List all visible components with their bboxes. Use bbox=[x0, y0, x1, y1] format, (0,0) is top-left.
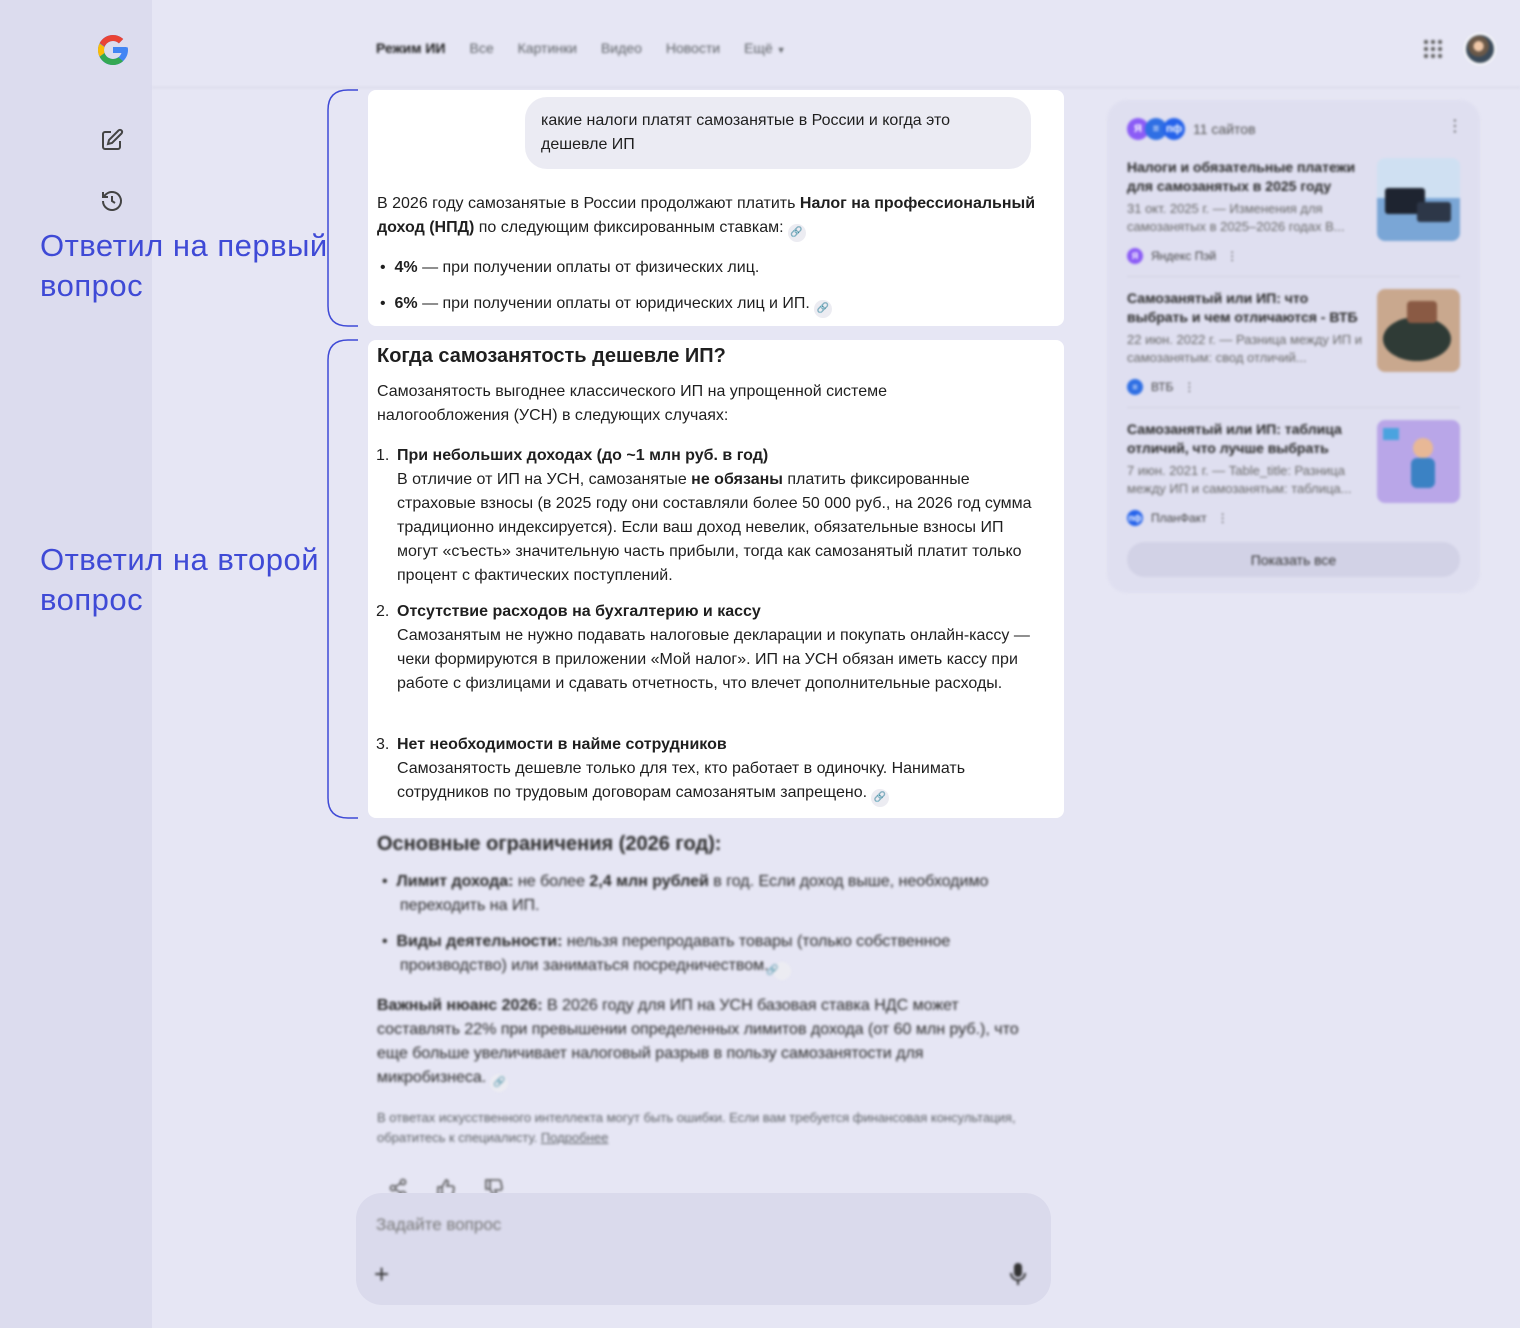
rate-value: 6% bbox=[394, 295, 418, 312]
limit-bold-value: 2,4 млн рублей bbox=[589, 873, 709, 890]
item-text-a: В отличие от ИП на УСН, самозанятые bbox=[397, 471, 692, 488]
tab-video[interactable]: Видео bbox=[601, 40, 642, 56]
source-snippet: 7 июн. 2021 г. — Table_title: Разница ме… bbox=[1127, 463, 1352, 496]
tab-news[interactable]: Новости bbox=[666, 40, 720, 56]
source-title: Самозанятый или ИП: что выбрать и чем от… bbox=[1127, 290, 1358, 325]
disclaimer-text: В ответах искусственного интеллекта могу… bbox=[377, 1110, 1016, 1145]
source-title: Самозанятый или ИП: таблица отличий, что… bbox=[1127, 421, 1342, 456]
source-card[interactable]: Самозанятый или ИП: что выбрать и чем от… bbox=[1127, 289, 1460, 399]
history-icon[interactable] bbox=[100, 189, 124, 213]
divider bbox=[1127, 407, 1460, 408]
limit-bold: Лимит дохода: bbox=[396, 873, 514, 890]
site-favicon: ≡ bbox=[1127, 379, 1143, 395]
annotation-brace-second bbox=[327, 339, 358, 819]
source-card[interactable]: Самозанятый или ИП: таблица отличий, что… bbox=[1127, 420, 1460, 530]
site-name: Яндекс Пэй bbox=[1151, 249, 1217, 263]
answer1-rate-item: • 4% — при получении оплаты от физически… bbox=[380, 259, 760, 276]
annotation-second-answer: Ответил на второй вопрос bbox=[40, 542, 320, 617]
annotation-brace-first bbox=[327, 89, 358, 327]
answer2-item: Отсутствие расходов на бухгалтерию и кас… bbox=[397, 600, 1037, 696]
google-logo[interactable] bbox=[95, 32, 131, 68]
item-text-bold: не обязаны bbox=[691, 471, 783, 488]
question-input[interactable] bbox=[376, 1213, 936, 1237]
site-name: ПланФакт bbox=[1151, 511, 1207, 525]
tab-more[interactable]: Ещё ▼ bbox=[744, 40, 785, 56]
more-vert-icon[interactable]: ⋮ bbox=[1226, 249, 1238, 263]
annotation-first-answer: Ответил на первый вопрос bbox=[40, 228, 328, 303]
favicon-planfact: пф bbox=[1163, 118, 1185, 140]
item-title: Отсутствие расходов на бухгалтерию и кас… bbox=[397, 603, 761, 620]
user-query-bubble: какие налоги платят самозанятые в России… bbox=[525, 97, 1031, 169]
limit-text-a: не более bbox=[513, 873, 590, 890]
source-site: пф ПланФакт ⋮ bbox=[1127, 510, 1229, 526]
site-favicon: пф bbox=[1127, 510, 1143, 526]
source-snippet: 22 июн. 2022 г. — Разница между ИП и сам… bbox=[1127, 332, 1362, 365]
nuance-bold: Важный нюанс 2026: bbox=[377, 997, 543, 1014]
more-vert-icon[interactable]: ⋮ bbox=[1183, 380, 1195, 394]
sources-panel: Я ≡ пф 11 сайтов ⋮ Налоги и обязательные… bbox=[1107, 100, 1480, 593]
more-vert-icon[interactable]: ⋮ bbox=[1217, 511, 1229, 525]
site-name: ВТБ bbox=[1151, 380, 1174, 394]
source-thumbnail bbox=[1377, 289, 1460, 372]
limits-heading: Основные ограничения (2026 год): bbox=[377, 833, 722, 855]
sources-header[interactable]: Я ≡ пф 11 сайтов bbox=[1127, 118, 1256, 140]
site-favicon: Я bbox=[1127, 248, 1143, 264]
new-chat-icon[interactable] bbox=[100, 128, 124, 152]
limit-item: • Виды деятельности: нельзя перепродават… bbox=[380, 930, 980, 980]
item-title: Нет необходимости в найме сотрудников bbox=[397, 736, 727, 753]
show-all-sources-button[interactable]: Показать все bbox=[1127, 542, 1460, 577]
account-avatar[interactable] bbox=[1464, 33, 1496, 65]
source-link-icon[interactable]: 🔗 bbox=[871, 789, 890, 807]
rate-text: — при получении оплаты от юридических ли… bbox=[417, 295, 810, 312]
rate-value: 4% bbox=[394, 259, 418, 276]
ai-disclaimer: В ответах искусственного интеллекта могу… bbox=[377, 1108, 1037, 1148]
answer1-intro-c: по следующим фиксированным ставкам: bbox=[474, 219, 784, 236]
item-text: Самозанятым не нужно подавать налоговые … bbox=[397, 627, 1030, 692]
tab-ai-mode[interactable]: Режим ИИ bbox=[376, 40, 446, 56]
learn-more-link[interactable]: Подробнее bbox=[541, 1130, 608, 1145]
source-title: Налоги и обязательные платежи для самоза… bbox=[1127, 159, 1356, 194]
microphone-icon[interactable] bbox=[1010, 1263, 1026, 1285]
add-attachment-button[interactable]: + bbox=[374, 1261, 389, 1287]
source-link-icon[interactable]: 🔗 bbox=[490, 1074, 509, 1092]
answer2-item: Нет необходимости в найме сотрудников Са… bbox=[397, 733, 1037, 807]
caret-down-icon: ▼ bbox=[776, 45, 786, 55]
answer1-intro: В 2026 году самозанятые в России продолж… bbox=[377, 192, 1037, 242]
source-site: Я Яндекс Пэй ⋮ bbox=[1127, 248, 1238, 264]
source-card[interactable]: Налоги и обязательные платежи для самоза… bbox=[1127, 158, 1460, 268]
source-link-icon[interactable]: 🔗 bbox=[787, 224, 806, 242]
limit-item: • Лимит дохода: не более 2,4 млн рублей … bbox=[382, 873, 989, 914]
answer1-intro-a: В 2026 году самозанятые в России продолж… bbox=[377, 195, 800, 212]
search-mode-tabs: Режим ИИ Все Картинки Видео Новости Ещё … bbox=[376, 40, 786, 56]
list-number: 2. bbox=[376, 603, 390, 620]
nuance-paragraph: Важный нюанс 2026: В 2026 году для ИП на… bbox=[377, 994, 1037, 1092]
left-sidebar bbox=[0, 0, 152, 1328]
answer2-intro: Самозанятость выгоднее классического ИП … bbox=[377, 383, 887, 424]
divider bbox=[1127, 276, 1460, 277]
source-link-icon[interactable]: 🔗 bbox=[766, 962, 791, 980]
source-site: ≡ ВТБ ⋮ bbox=[1127, 379, 1195, 395]
list-number: 3. bbox=[376, 736, 390, 753]
source-thumbnail bbox=[1377, 158, 1460, 241]
more-vert-icon[interactable]: ⋮ bbox=[1447, 116, 1463, 136]
rate-text: — при получении оплаты от физических лиц… bbox=[417, 259, 760, 276]
source-snippet: 31 окт. 2025 г. — Изменения для самозаня… bbox=[1127, 201, 1345, 234]
top-navigation: Режим ИИ Все Картинки Видео Новости Ещё … bbox=[152, 0, 1520, 88]
tab-more-label: Ещё bbox=[744, 40, 773, 56]
answer2-item: При небольших доходах (до ~1 млн руб. в … bbox=[397, 444, 1037, 588]
sources-count: 11 сайтов bbox=[1193, 121, 1256, 137]
tab-images[interactable]: Картинки bbox=[518, 40, 577, 56]
source-thumbnail bbox=[1377, 420, 1460, 503]
apps-grid-icon[interactable] bbox=[1424, 40, 1442, 58]
prompt-box: + bbox=[356, 1193, 1051, 1305]
answer1-rate-item: • 6% — при получении оплаты от юридическ… bbox=[380, 292, 832, 318]
item-title: При небольших доходах (до ~1 млн руб. в … bbox=[397, 447, 769, 464]
answer2-heading: Когда самозанятость дешевле ИП? bbox=[377, 345, 726, 367]
source-link-icon[interactable]: 🔗 bbox=[813, 300, 832, 318]
tab-all[interactable]: Все bbox=[470, 40, 494, 56]
limit-bold: Виды деятельности: bbox=[396, 933, 563, 950]
list-number: 1. bbox=[376, 447, 390, 464]
